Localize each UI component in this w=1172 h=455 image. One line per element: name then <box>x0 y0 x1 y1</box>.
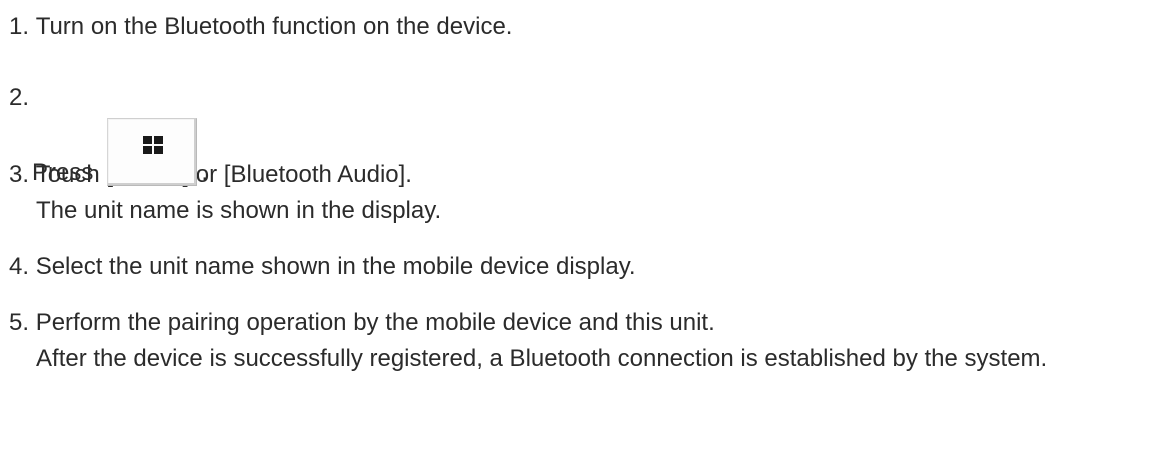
step-number: 4. <box>9 253 30 280</box>
step-4: 4. Select the unit name shown in the mob… <box>9 249 1169 305</box>
step-5: 5. Perform the pairing operation by the … <box>9 305 1169 377</box>
step-number: 1. <box>9 13 30 40</box>
grid-icon <box>143 136 164 154</box>
step-number: 5. <box>9 309 30 336</box>
step-2: 2. Press . <box>9 65 1169 186</box>
step-1: 1. Turn on the Bluetooth function on the… <box>9 9 1169 65</box>
step-number: 2. <box>9 84 30 111</box>
step-text: Select the unit name shown in the mobile… <box>35 253 636 280</box>
step-suffix: . <box>201 159 209 186</box>
instruction-list: 1. Turn on the Bluetooth function on the… <box>9 9 1169 377</box>
step-text: Press <box>32 159 94 186</box>
step-text: Perform the pairing operation by the mob… <box>35 309 715 336</box>
step-text: Turn on the Bluetooth function on the de… <box>35 13 513 40</box>
step-detail: After the device is successfully registe… <box>36 345 1048 372</box>
step-detail: The unit name is shown in the display. <box>36 197 442 224</box>
home-grid-button-icon <box>107 118 198 186</box>
step-number: 3. <box>9 161 30 188</box>
